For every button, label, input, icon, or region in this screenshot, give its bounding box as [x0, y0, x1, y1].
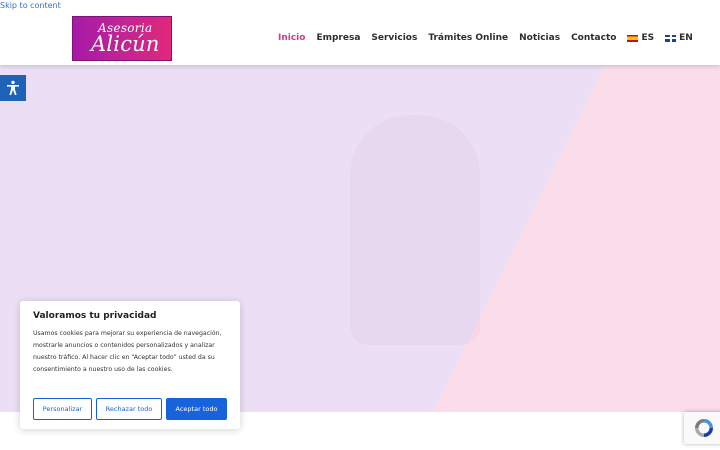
site-logo[interactable]: Asesoria Alicún	[72, 16, 172, 61]
nav-item-empresa[interactable]: Empresa	[316, 33, 360, 43]
accept-all-button[interactable]: Aceptar todo	[166, 398, 227, 420]
language-es-label: ES	[641, 33, 655, 43]
page: Skip to content Asesoria Alicún Inicio E…	[0, 0, 720, 450]
cookie-description: Usamos cookies para mejorar su experienc…	[33, 330, 222, 373]
cookie-title: Valoramos tu privacidad	[33, 311, 157, 321]
accessibility-icon	[7, 80, 19, 95]
recaptcha-badge[interactable]	[684, 412, 720, 444]
language-en-label: EN	[679, 33, 693, 43]
site-header: Skip to content Asesoria Alicún Inicio E…	[0, 0, 720, 65]
logo-text-bottom: Alicún	[91, 32, 160, 56]
nav-item-servicios[interactable]: Servicios	[371, 33, 417, 43]
uk-flag-icon	[665, 34, 677, 42]
nav-item-inicio[interactable]: Inicio	[278, 33, 305, 43]
main-navigation: Inicio Empresa Servicios Trámites Online…	[278, 31, 704, 45]
nav-item-contacto[interactable]: Contacto	[571, 33, 616, 43]
skip-to-content-link[interactable]: Skip to content	[0, 1, 61, 10]
accessibility-button[interactable]	[0, 75, 26, 101]
hero-faded-image	[350, 115, 480, 345]
language-en[interactable]: EN	[665, 33, 693, 43]
nav-item-tramites-online[interactable]: Trámites Online	[428, 33, 508, 43]
spain-flag-icon	[627, 34, 639, 42]
nav-item-noticias[interactable]: Noticias	[519, 33, 560, 43]
cookie-consent-banner: Valoramos tu privacidad Usamos cookies p…	[20, 301, 240, 429]
customize-button[interactable]: Personalizar	[33, 398, 92, 420]
language-es[interactable]: ES	[627, 33, 654, 43]
cookie-buttons: Personalizar Rechazar todo Aceptar todo	[33, 398, 231, 420]
recaptcha-icon	[695, 419, 713, 437]
reject-all-button[interactable]: Rechazar todo	[96, 398, 162, 420]
